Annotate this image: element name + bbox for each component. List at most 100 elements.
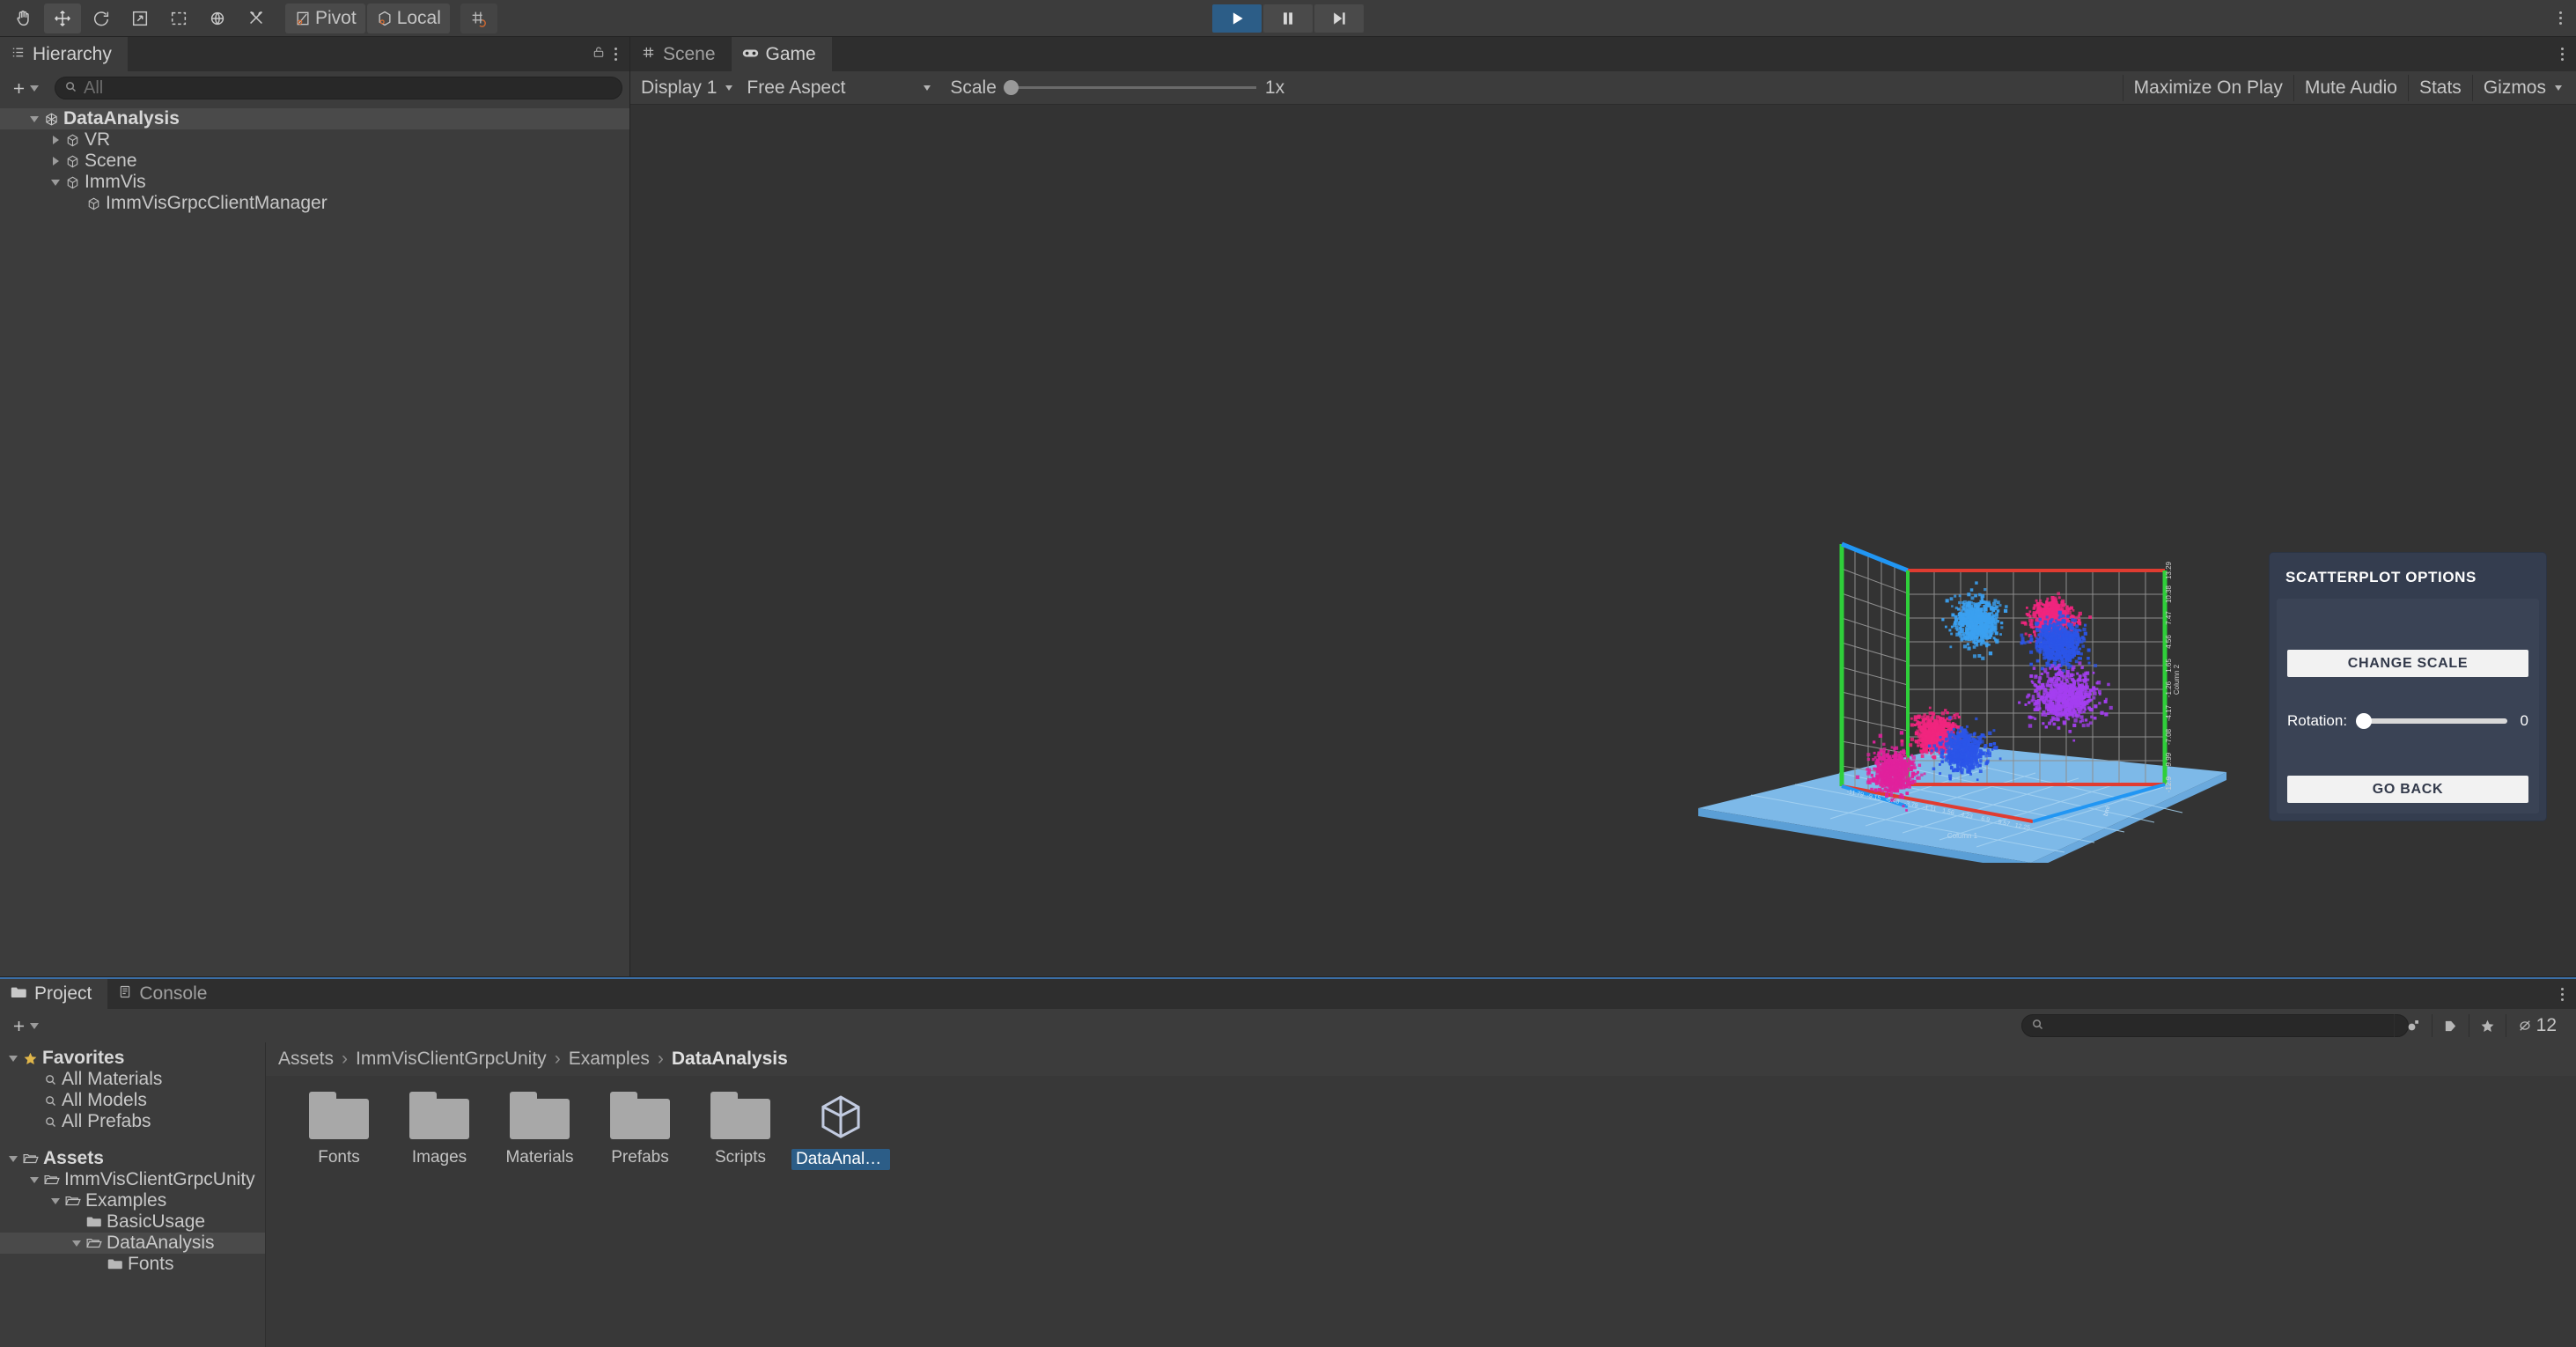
chevron-down-icon[interactable] (51, 180, 60, 186)
project-item-immvisclientgrpcunity[interactable]: ImmVisClientGrpcUnity (0, 1169, 265, 1190)
expand-toggle[interactable] (25, 1177, 44, 1183)
cluster-cluster-lightblue (1941, 581, 2007, 660)
create-dropdown-icon[interactable] (30, 85, 39, 92)
scale-tool[interactable] (121, 4, 158, 33)
project-item-dataanalysis[interactable]: DataAnalysis (0, 1233, 265, 1254)
tab-project[interactable]: Project (0, 979, 107, 1009)
asset-item[interactable]: Scripts (690, 1092, 791, 1168)
tab-game[interactable]: Game (732, 37, 832, 71)
toolbar-more-icon[interactable] (2554, 6, 2567, 30)
hierarchy-item-immvis[interactable]: ImmVis (0, 172, 629, 193)
create-object-button[interactable] (7, 78, 42, 99)
asset-item[interactable]: Fonts (289, 1092, 389, 1168)
move-tool[interactable] (44, 4, 81, 33)
expand-toggle[interactable] (67, 1240, 86, 1247)
favorites-star-icon[interactable] (2469, 1014, 2506, 1037)
expand-toggle[interactable] (46, 157, 65, 166)
project-item-basicusage[interactable]: BasicUsage (0, 1211, 265, 1233)
expand-toggle[interactable] (46, 180, 65, 186)
gizmos-dropdown-icon[interactable] (2551, 75, 2572, 101)
expand-toggle[interactable] (46, 1198, 65, 1204)
rotation-slider-handle[interactable] (2356, 713, 2372, 729)
maximize-on-play-toggle[interactable]: Maximize On Play (2123, 75, 2293, 101)
stats-toggle[interactable]: Stats (2408, 75, 2472, 101)
project-item-all-prefabs[interactable]: All Prefabs (0, 1111, 265, 1132)
asset-item[interactable]: DataAnalys... (791, 1092, 891, 1170)
chevron-down-icon[interactable] (72, 1240, 81, 1247)
hierarchy-more-icon[interactable] (609, 42, 622, 66)
step-button[interactable] (1314, 4, 1364, 33)
gizmos-toggle[interactable]: Gizmos (2472, 75, 2551, 101)
aspect-dropdown[interactable]: Free Aspect (740, 75, 938, 101)
project-item-favorites[interactable]: Favorites (0, 1048, 265, 1069)
expand-toggle[interactable] (46, 136, 65, 144)
chevron-down-icon[interactable] (30, 116, 39, 122)
project-item-examples[interactable]: Examples (0, 1190, 265, 1211)
create-asset-button[interactable] (7, 1016, 42, 1036)
filter-by-label-icon[interactable] (2432, 1014, 2469, 1037)
rotate-tool[interactable] (83, 4, 120, 33)
scatterplot-3d[interactable]: -12.9-9.99-7.08-4.17-1.261.654.567.4710.… (1698, 528, 2226, 863)
chevron-down-icon[interactable] (30, 1177, 39, 1183)
hierarchy-item-immvisgrpcclientmanager[interactable]: ImmVisGrpcClientManager (0, 193, 629, 214)
project-search-input[interactable] (2021, 1014, 2409, 1037)
breadcrumb-item-immvisclientgrpcunity[interactable]: ImmVisClientGrpcUnity (356, 1049, 547, 1070)
rotation-slider[interactable] (2358, 718, 2507, 724)
game-view-panel: Scene Game Display 1 (630, 37, 2576, 976)
chevron-down-icon[interactable] (51, 1198, 60, 1204)
asset-item[interactable]: Prefabs (590, 1092, 690, 1168)
mute-audio-toggle[interactable]: Mute Audio (2293, 75, 2408, 101)
filter-by-type-icon[interactable] (2394, 1014, 2432, 1037)
change-scale-button[interactable]: CHANGE SCALE (2287, 650, 2528, 677)
transform-tool[interactable] (199, 4, 236, 33)
asset-item[interactable]: Images (389, 1092, 489, 1168)
chevron-down-icon[interactable] (9, 1056, 18, 1062)
local-toggle[interactable]: Local (367, 4, 450, 33)
hierarchy-item-scene[interactable]: Scene (0, 151, 629, 172)
expand-toggle[interactable] (4, 1156, 23, 1162)
pause-button[interactable] (1263, 4, 1313, 33)
tab-hierarchy-label: Hierarchy (33, 44, 112, 65)
rect-tool[interactable] (160, 4, 197, 33)
lock-icon[interactable] (592, 44, 606, 65)
tab-scene[interactable]: Scene (630, 37, 732, 71)
project-item-assets[interactable]: Assets (0, 1148, 265, 1169)
scatterplot-options-panel: SCATTERPLOT OPTIONS CHANGE SCALE Rotatio… (2270, 553, 2546, 821)
scale-slider-handle[interactable] (1004, 80, 1019, 95)
chevron-right-icon[interactable] (53, 136, 59, 144)
grid-snapping-button[interactable] (460, 4, 497, 33)
hierarchy-search-input[interactable]: All (55, 77, 622, 99)
custom-editor-tool[interactable] (238, 4, 275, 33)
project-more-icon[interactable] (2556, 983, 2569, 1006)
hierarchy-item-label: Scene (85, 151, 137, 172)
project-item-label: ImmVisClientGrpcUnity (64, 1169, 255, 1190)
chevron-down-icon[interactable] (9, 1156, 18, 1162)
project-item-fonts[interactable]: Fonts (0, 1254, 265, 1275)
project-item-all-materials[interactable]: All Materials (0, 1069, 265, 1090)
scatterplot-options-body: CHANGE SCALE Rotation: 0 GO BACK (2277, 599, 2539, 813)
expand-toggle[interactable] (25, 116, 44, 122)
project-item-all-models[interactable]: All Models (0, 1090, 265, 1111)
play-button[interactable] (1212, 4, 1262, 33)
breadcrumb-item-examples[interactable]: Examples (569, 1049, 650, 1070)
breadcrumb-item-assets[interactable]: Assets (278, 1049, 334, 1070)
chevron-right-icon[interactable] (53, 157, 59, 166)
game-render-canvas[interactable]: -12.9-9.99-7.08-4.17-1.261.654.567.4710.… (630, 105, 2576, 976)
hierarchy-item-vr[interactable]: VR (0, 129, 629, 151)
hierarchy-item-dataanalysis[interactable]: DataAnalysis (0, 108, 629, 129)
scale-slider[interactable] (1005, 86, 1256, 89)
expand-toggle[interactable] (4, 1056, 23, 1062)
folder-icon (409, 1092, 469, 1139)
asset-item[interactable]: Materials (489, 1092, 590, 1168)
go-back-button[interactable]: GO BACK (2287, 776, 2528, 803)
display-dropdown[interactable]: Display 1 (634, 75, 740, 101)
tab-console[interactable]: Console (107, 979, 223, 1009)
tab-hierarchy[interactable]: Hierarchy (0, 37, 128, 71)
pivot-toggle[interactable]: Pivot (285, 4, 365, 33)
breadcrumb-item-dataanalysis[interactable]: DataAnalysis (672, 1049, 788, 1070)
folder-open-icon (23, 1152, 39, 1165)
create-asset-dropdown-icon[interactable] (30, 1023, 39, 1029)
hand-tool[interactable] (5, 4, 42, 33)
hidden-assets-badge[interactable]: 12 (2506, 1014, 2567, 1037)
game-more-icon[interactable] (2556, 42, 2569, 66)
